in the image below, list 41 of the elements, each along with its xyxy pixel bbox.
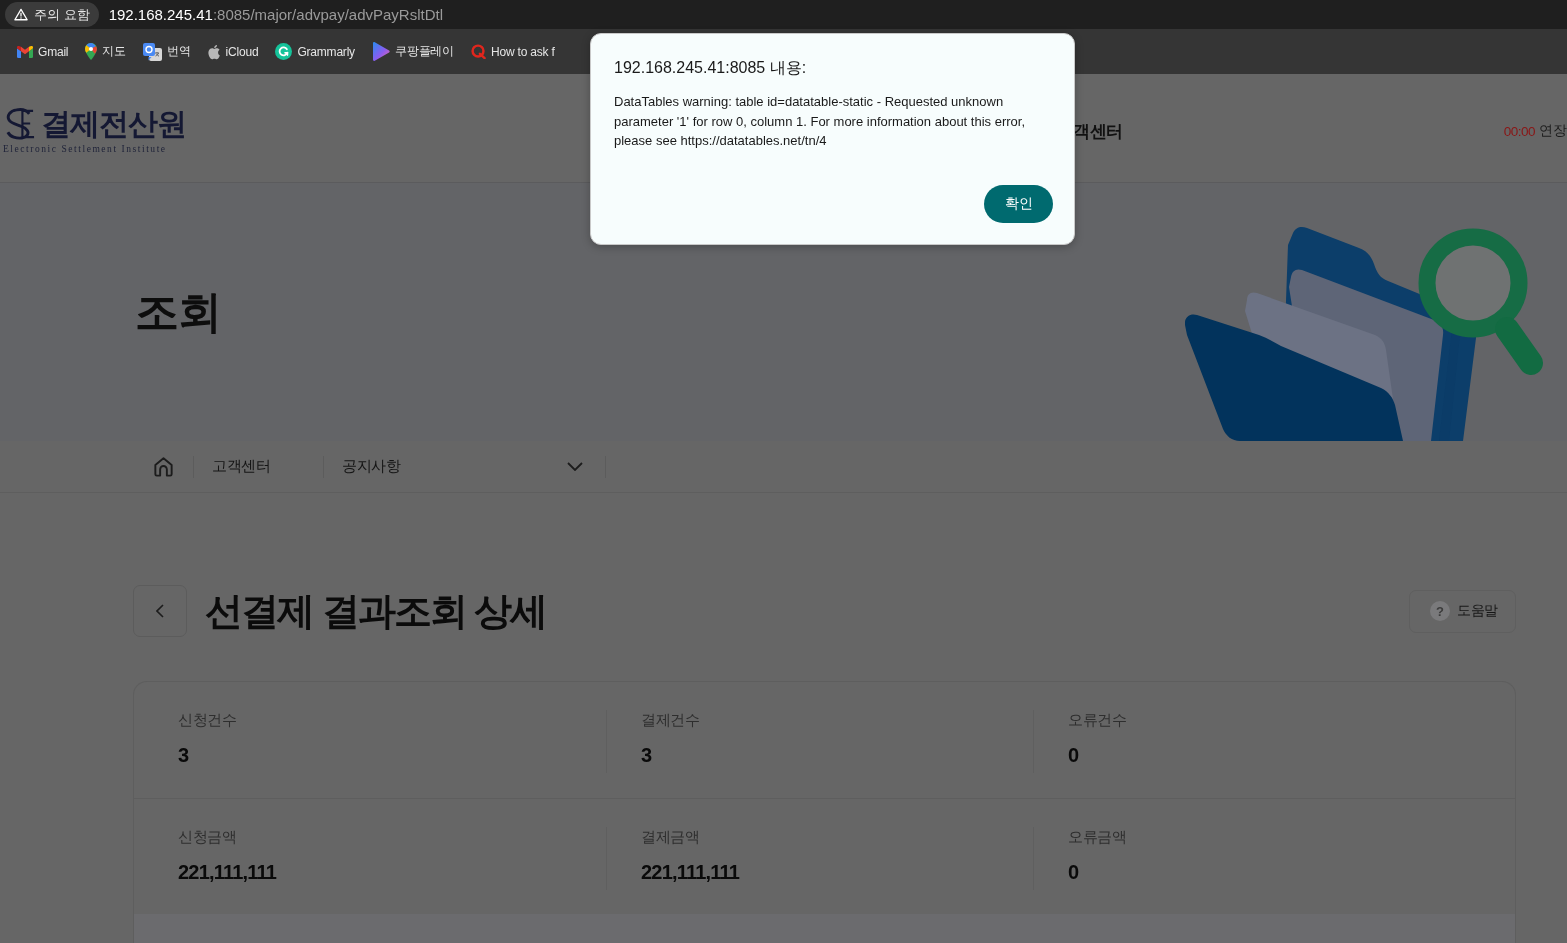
summary-value: 0 — [1068, 743, 1079, 767]
mail-icon — [17, 45, 33, 58]
g-circle-icon — [275, 43, 293, 60]
summary-value: 3 — [641, 743, 652, 767]
bookmark-link[interactable]: iCloud — [207, 43, 259, 60]
chevron-down-icon — [567, 462, 583, 471]
summary-label: 신청건수 — [178, 710, 237, 729]
dialog-message: DataTables warning: table id=datatable-static - Requested unknown parameter '1' for row 0, column 1. For more information about this error, please see https://datatables.net/tn/4 — [614, 93, 1027, 150]
logo-subtitle: Electronic Settlement Institute — [3, 143, 168, 154]
q-icon — [470, 44, 486, 59]
summary-label: 오류금액 — [1068, 827, 1127, 846]
page-title: 선결제 결과조회 상세 — [205, 588, 547, 634]
bookmark-link[interactable]: Gmail — [17, 44, 69, 59]
summary-label: 오류건수 — [1068, 710, 1127, 729]
chevron-left-icon — [156, 604, 164, 618]
help-icon: ? — [1429, 601, 1450, 621]
map-pin-icon — [85, 43, 98, 60]
dialog-title: 192.168.245.41:8085 내용: — [614, 58, 808, 78]
security-chip[interactable]: 주의 요함 — [5, 2, 99, 27]
summary-value: 221,111,111 — [641, 860, 739, 884]
summary-value: 221,111,111 — [178, 860, 276, 884]
bookmark-link[interactable]: 쿠팡플레이 — [371, 42, 454, 61]
translate-icon — [142, 42, 162, 61]
summary-value: 3 — [178, 743, 189, 767]
session-timer: 00:00 — [1503, 123, 1535, 139]
ok-button[interactable]: 확인 — [984, 185, 1053, 223]
bookmark-link[interactable]: How to ask f — [470, 44, 555, 59]
play-icon — [371, 42, 390, 61]
bookmark-link[interactable]: Grammarly — [275, 43, 355, 60]
warning-icon — [14, 8, 28, 21]
address-field[interactable]: 192.168.245.41:8085/major/advpay/advPayRsltDtl — [108, 6, 444, 23]
bookmark-link[interactable]: 번역 — [142, 42, 191, 61]
home-icon — [152, 455, 175, 478]
summary-label: 결제건수 — [641, 710, 700, 729]
summary-value: 0 — [1068, 860, 1079, 884]
summary-label: 결제금액 — [641, 827, 700, 846]
bookmark-link[interactable]: 지도 — [85, 43, 126, 60]
logo-title: 결제전산원 — [41, 106, 186, 141]
summary-label: 신청금액 — [178, 827, 237, 846]
hero-title: 조회 — [135, 285, 220, 338]
apple-icon — [207, 43, 221, 60]
